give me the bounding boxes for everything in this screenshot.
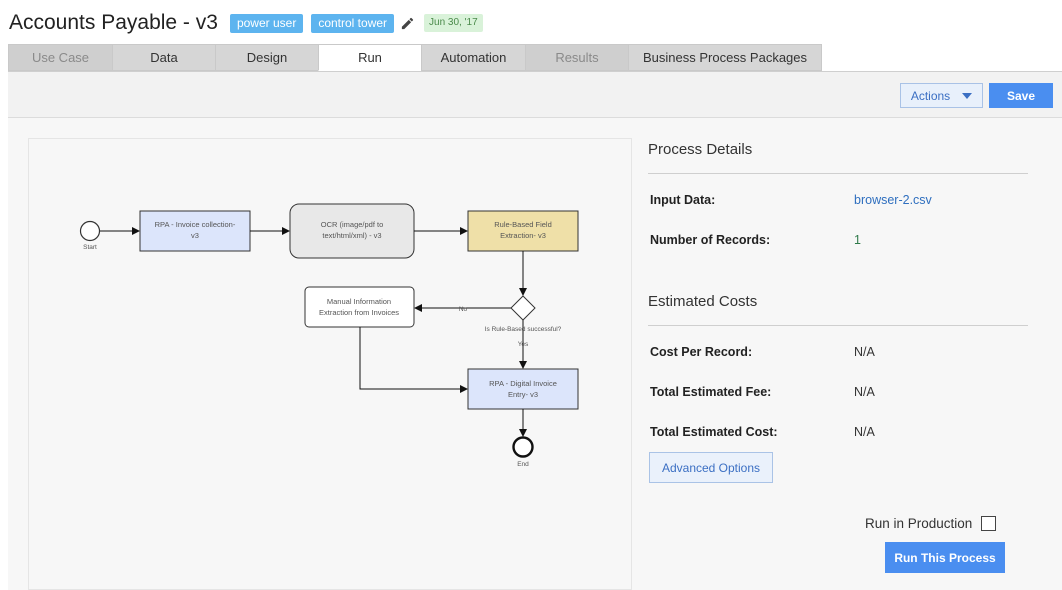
process-diagram-canvas[interactable]: Start RPA - Invoice collection- v3 OCR (… — [28, 138, 632, 590]
total-fee-label: Total Estimated Fee: — [650, 385, 772, 399]
node-rule-based-extraction[interactable]: Rule-Based Field Extraction- v3 — [467, 210, 579, 252]
svg-text:Extraction- v3: Extraction- v3 — [500, 231, 546, 240]
node-ocr[interactable]: OCR (image/pdf to text/html/xml) - v3 — [289, 203, 415, 259]
caret-down-icon — [962, 92, 973, 99]
save-button[interactable]: Save — [989, 83, 1053, 108]
run-this-process-button[interactable]: Run This Process — [885, 542, 1005, 573]
tab-design[interactable]: Design — [215, 44, 318, 71]
page-title: Accounts Payable - v3 — [9, 11, 218, 34]
node-manual-extraction[interactable]: Manual Information Extraction from Invoi… — [304, 286, 415, 328]
start-label: Start — [83, 244, 97, 251]
records-value: 1 — [854, 233, 861, 247]
end-event-icon[interactable] — [512, 436, 534, 458]
tag-power-user[interactable]: power user — [229, 13, 304, 33]
yes-label: Yes — [518, 341, 529, 348]
start-event-icon[interactable] — [79, 220, 101, 242]
run-in-production-toggle: Run in Production — [865, 516, 997, 531]
cost-per-record-value: N/A — [854, 345, 875, 359]
total-cost-value: N/A — [854, 425, 875, 439]
tab-run[interactable]: Run — [318, 44, 421, 71]
flow-arrow — [359, 327, 468, 393]
divider — [648, 325, 1028, 326]
tab-results[interactable]: Results — [525, 44, 628, 71]
total-fee-value: N/A — [854, 385, 875, 399]
end-label: End — [517, 461, 529, 468]
tab-bar: Use Case Data Design Run Automation Resu… — [8, 44, 822, 71]
tab-automation[interactable]: Automation — [421, 44, 525, 71]
svg-text:Rule-Based Field: Rule-Based Field — [494, 220, 552, 229]
tag-control-tower[interactable]: control tower — [311, 13, 395, 33]
toolbar: Actions Save — [8, 71, 1062, 118]
svg-text:v3: v3 — [191, 231, 199, 240]
input-data-link[interactable]: browser-2.csv — [854, 193, 932, 207]
no-label: No — [459, 306, 468, 313]
estimated-costs-title: Estimated Costs — [648, 293, 758, 310]
svg-text:text/html/xml) - v3: text/html/xml) - v3 — [322, 231, 381, 240]
node-digital-invoice-entry[interactable]: RPA - Digital Invoice Entry- v3 — [467, 368, 579, 410]
svg-text:Manual Information: Manual Information — [327, 297, 391, 306]
svg-text:RPA - Invoice collection-: RPA - Invoice collection- — [155, 220, 236, 229]
tab-data[interactable]: Data — [112, 44, 215, 71]
run-in-production-label: Run in Production — [865, 516, 973, 531]
tab-use-case[interactable]: Use Case — [8, 44, 112, 71]
actions-dropdown-button[interactable]: Actions — [900, 83, 983, 108]
decision-gateway-icon[interactable] — [510, 295, 536, 321]
main-content: Start RPA - Invoice collection- v3 OCR (… — [8, 118, 1062, 590]
advanced-options-button[interactable]: Advanced Options — [649, 452, 773, 483]
records-label: Number of Records: — [650, 233, 771, 247]
divider — [648, 173, 1028, 174]
svg-text:Entry- v3: Entry- v3 — [508, 390, 538, 399]
run-in-production-checkbox[interactable] — [981, 516, 997, 531]
tab-business-process-packages[interactable]: Business Process Packages — [628, 44, 822, 71]
svg-text:RPA - Digital Invoice: RPA - Digital Invoice — [489, 379, 557, 388]
cost-per-record-label: Cost Per Record: — [650, 345, 753, 359]
node-invoice-collection[interactable]: RPA - Invoice collection- v3 — [139, 210, 251, 252]
pencil-icon[interactable] — [400, 15, 416, 31]
total-cost-label: Total Estimated Cost: — [650, 425, 778, 439]
input-data-label: Input Data: — [650, 193, 716, 207]
date-badge: Jun 30, '17 — [424, 14, 483, 32]
actions-label: Actions — [910, 88, 951, 103]
svg-text:OCR (image/pdf to: OCR (image/pdf to — [321, 220, 384, 229]
process-details-title: Process Details — [648, 141, 753, 158]
process-flow-diagram: Start RPA - Invoice collection- v3 OCR (… — [79, 203, 579, 468]
svg-text:Extraction from Invoices: Extraction from Invoices — [319, 308, 399, 317]
page-header: Accounts Payable - v3 power user control… — [9, 8, 483, 38]
